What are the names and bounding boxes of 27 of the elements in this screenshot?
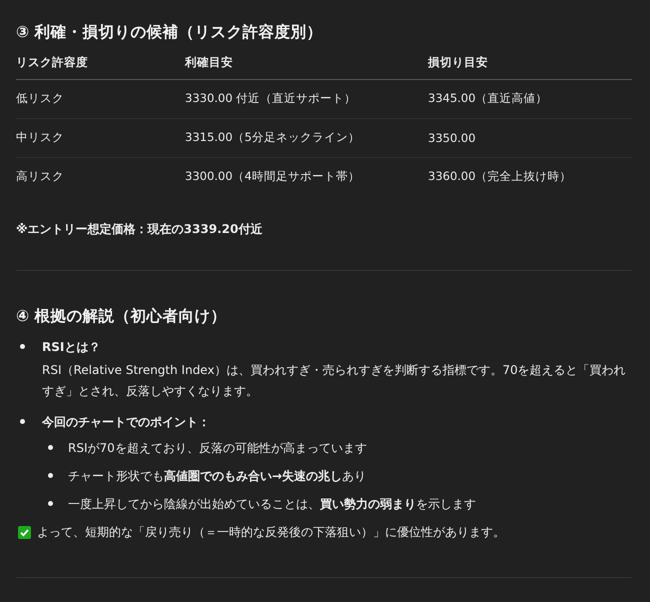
bullet-text: 一度上昇してから陰線が出始めていることは、買い勢力の弱まりを示します — [68, 497, 476, 511]
bullet-text: チャート形状でも高値圏でのもみ合い→失速の兆しあり — [68, 469, 366, 483]
table-cell: 3315.00（5分足ネックライン） — [185, 118, 428, 158]
section-heading: ④ 根拠の解説（初心者向け） — [16, 306, 228, 327]
bullet-icon — [48, 473, 53, 478]
section-heading: ③ 利確・損切りの候補（リスク許容度別） — [16, 22, 324, 43]
table-cell: 高リスク — [16, 158, 185, 196]
table-cell: 3330.00 付近（直近サポート） — [185, 80, 428, 118]
table-cell: 中リスク — [16, 118, 185, 158]
conclusion-text: よって、短期的な「戻り売り（＝一時的な反発後の下落狙い）」に優位性があります。 — [37, 524, 505, 541]
bullet-icon — [48, 445, 53, 450]
bullet-icon — [20, 344, 25, 349]
table-cell: 3360.00（完全上抜け時） — [428, 158, 632, 196]
table-cell: 3345.00（直近高値） — [428, 80, 632, 118]
bullet-title: 今回のチャートでのポイント： — [42, 414, 211, 431]
column-header: リスク許容度 — [16, 55, 185, 80]
bullet-text: RSI（Relative Strength Index）は、買われすぎ・売られすぎを判断する指標です。70を超えると「買われすぎ」とされ、反落しやすくなります。 — [42, 362, 627, 400]
bullet-title: RSIとは？ — [42, 339, 102, 356]
table-cell: 3350.00 — [428, 118, 632, 158]
table-cell: 3300.00（4時間足サポート帯） — [185, 158, 428, 196]
bullet-icon — [20, 419, 25, 424]
column-header: 損切り目安 — [428, 55, 632, 80]
column-header: 利確目安 — [185, 55, 428, 80]
bullet-text: RSIが70を超えており、反落の可能性が高まっています — [68, 441, 367, 455]
entry-price-note: ※エントリー想定価格：現在の3339.20付近 — [16, 221, 264, 238]
table-cell: 低リスク — [16, 80, 185, 118]
bullet-icon — [48, 501, 53, 506]
